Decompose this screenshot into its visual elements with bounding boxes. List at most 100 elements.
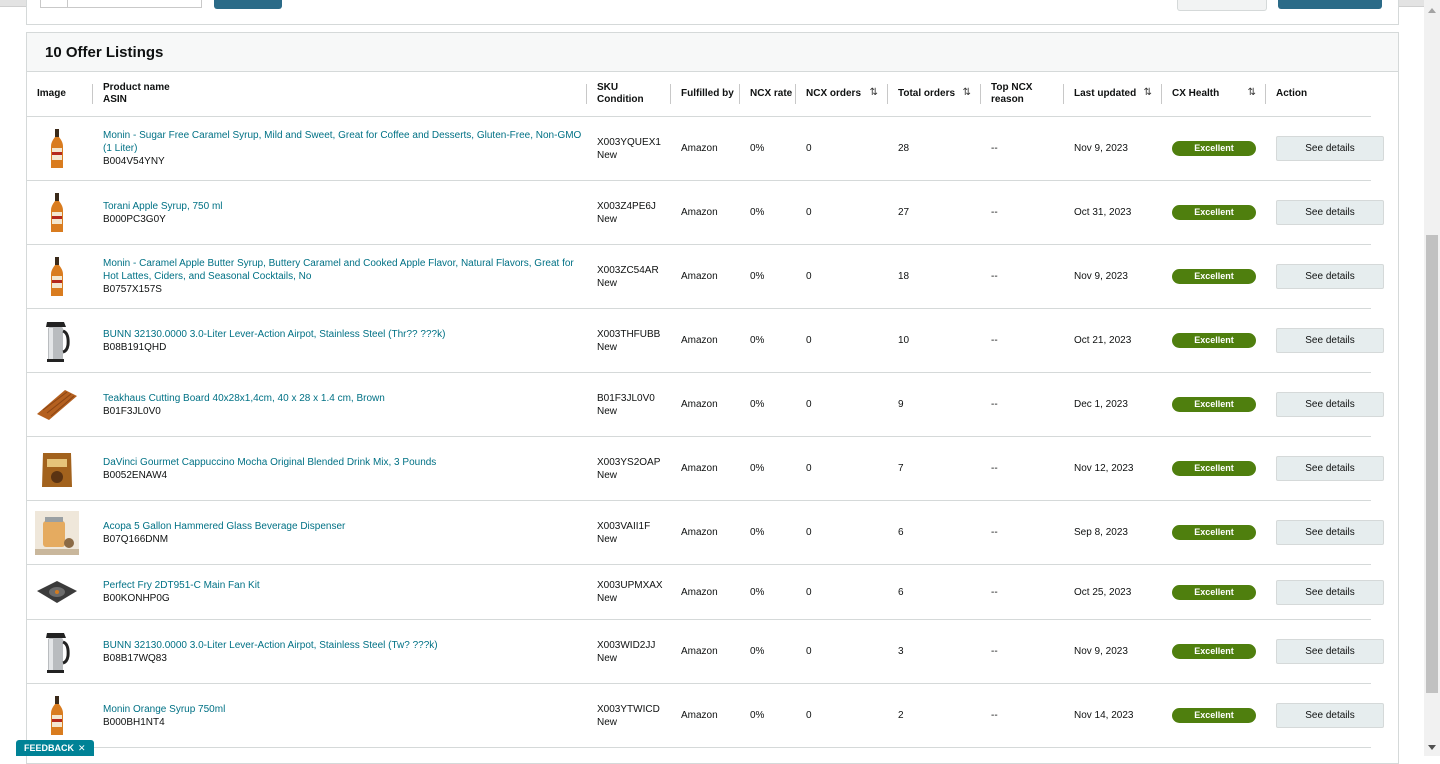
sort-icon[interactable]: ⇅ xyxy=(870,87,879,100)
product-name-link[interactable]: Acopa 5 Gallon Hammered Glass Beverage D… xyxy=(103,520,587,533)
product-name-link[interactable]: Perfect Fry 2DT951-C Main Fan Kit xyxy=(103,579,587,592)
action-cell: See details xyxy=(1266,683,1384,748)
fulfilled-by-cell: Amazon xyxy=(671,308,740,373)
scroll-up-icon[interactable] xyxy=(1428,8,1436,13)
feedback-button[interactable]: FEEDBACK ✕ xyxy=(16,740,94,756)
action-cell: See details xyxy=(1266,564,1384,620)
product-image-cell xyxy=(27,500,93,565)
cx-health-cell: Excellent xyxy=(1162,619,1266,684)
vertical-scrollbar[interactable] xyxy=(1424,0,1440,756)
airpot-icon[interactable] xyxy=(35,630,79,674)
product-image-cell xyxy=(27,436,93,501)
secondary-action-button[interactable] xyxy=(1177,0,1267,11)
see-details-button[interactable]: See details xyxy=(1276,264,1384,289)
top-ncx-reason-cell: -- xyxy=(981,244,1064,309)
see-details-button[interactable]: See details xyxy=(1276,392,1384,417)
product-name-link[interactable]: BUNN 32130.0000 3.0-Liter Lever-Action A… xyxy=(103,328,587,341)
product-cell: Monin Orange Syrup 750ml B000BH1NT4 xyxy=(93,683,587,748)
total-orders-cell: 18 xyxy=(888,244,981,309)
drink-mix-bag-icon[interactable] xyxy=(35,447,79,491)
col-ncx-orders[interactable]: NCX orders ⇅ xyxy=(796,72,888,117)
sku-cell: X003UPMXAX New xyxy=(587,564,671,620)
last-updated-cell: Sep 8, 2023 xyxy=(1064,500,1162,565)
asin-text: B000BH1NT4 xyxy=(103,716,165,728)
table-row: Torani Apple Syrup, 750 ml B000PC3G0Y X0… xyxy=(27,180,1440,245)
sort-icon[interactable]: ⇅ xyxy=(1248,87,1257,100)
ncx-rate-cell: 0% xyxy=(740,180,796,245)
ncx-orders-cell: 0 xyxy=(796,619,888,684)
top-ncx-reason-cell: -- xyxy=(981,180,1064,245)
syrup-bottle-icon[interactable] xyxy=(35,191,79,235)
product-cell: Perfect Fry 2DT951-C Main Fan Kit B00KON… xyxy=(93,564,587,620)
close-icon[interactable]: ✕ xyxy=(78,740,86,756)
syrup-bottle-icon[interactable] xyxy=(35,127,79,171)
total-orders-cell: 7 xyxy=(888,436,981,501)
sort-icon[interactable]: ⇅ xyxy=(1144,87,1153,100)
sku-text: X003ZC54AR xyxy=(597,264,659,276)
col-last-updated[interactable]: Last updated ⇅ xyxy=(1064,72,1162,117)
ncx-rate-cell: 0% xyxy=(740,564,796,620)
see-details-button[interactable]: See details xyxy=(1276,456,1384,481)
fulfilled-by-cell: Amazon xyxy=(671,116,740,181)
sku-cell: X003VAII1F New xyxy=(587,500,671,565)
total-orders-cell: 6 xyxy=(888,564,981,620)
scrollbar-thumb[interactable] xyxy=(1426,235,1438,693)
col-total-orders[interactable]: Total orders ⇅ xyxy=(888,72,981,117)
feedback-label: FEEDBACK xyxy=(24,743,75,753)
syrup-bottle-icon[interactable] xyxy=(35,255,79,299)
fulfilled-by-cell: Amazon xyxy=(671,500,740,565)
product-name-link[interactable]: Teakhaus Cutting Board 40x28x1,4cm, 40 x… xyxy=(103,392,587,405)
product-name-link[interactable]: Torani Apple Syrup, 750 ml xyxy=(103,200,587,213)
total-orders-cell: 3 xyxy=(888,619,981,684)
last-updated-cell: Dec 1, 2023 xyxy=(1064,372,1162,437)
asin-text: B0757X157S xyxy=(103,284,162,295)
top-ncx-reason-cell: -- xyxy=(981,372,1064,437)
sku-text: X003YS2OAP xyxy=(597,456,661,468)
see-details-button[interactable]: See details xyxy=(1276,136,1384,161)
primary-action-button[interactable] xyxy=(1278,0,1382,9)
cx-health-cell: Excellent xyxy=(1162,564,1266,620)
last-updated-cell: Nov 14, 2023 xyxy=(1064,683,1162,748)
scroll-down-icon[interactable] xyxy=(1428,745,1436,750)
ncx-rate-cell: 0% xyxy=(740,116,796,181)
ncx-orders-cell: 0 xyxy=(796,564,888,620)
airpot-icon[interactable] xyxy=(35,319,79,363)
see-details-button[interactable]: See details xyxy=(1276,703,1384,728)
table-row: DaVinci Gourmet Cappuccino Mocha Origina… xyxy=(27,436,1440,501)
sku-cell: X003YQUEX1 New xyxy=(587,116,671,181)
syrup-bottle-icon[interactable] xyxy=(35,694,79,738)
cutting-board-icon[interactable] xyxy=(35,383,79,427)
last-updated-cell: Oct 25, 2023 xyxy=(1064,564,1162,620)
beverage-dispenser-icon[interactable] xyxy=(35,510,79,555)
last-updated-cell: Nov 12, 2023 xyxy=(1064,436,1162,501)
product-name-link[interactable]: Monin - Caramel Apple Butter Syrup, Butt… xyxy=(103,257,587,283)
col-ncx-rate: NCX rate xyxy=(740,72,796,117)
search-button[interactable] xyxy=(214,0,282,9)
col-cx-health[interactable]: CX Health ⇅ xyxy=(1162,72,1266,117)
see-details-button[interactable]: See details xyxy=(1276,200,1384,225)
col-action: Action xyxy=(1266,72,1371,117)
product-name-link[interactable]: Monin Orange Syrup 750ml xyxy=(103,703,587,716)
search-input[interactable] xyxy=(40,0,202,8)
total-orders-cell: 27 xyxy=(888,180,981,245)
fan-kit-icon[interactable] xyxy=(35,570,79,614)
see-details-button[interactable]: See details xyxy=(1276,639,1384,664)
product-name-link[interactable]: BUNN 32130.0000 3.0-Liter Lever-Action A… xyxy=(103,639,587,652)
top-ncx-reason-cell: -- xyxy=(981,308,1064,373)
last-updated-cell: Oct 31, 2023 xyxy=(1064,180,1162,245)
product-image-cell xyxy=(27,244,93,309)
total-orders-cell: 10 xyxy=(888,308,981,373)
ncx-rate-cell: 0% xyxy=(740,244,796,309)
product-name-link[interactable]: Monin - Sugar Free Caramel Syrup, Mild a… xyxy=(103,129,587,155)
product-name-link[interactable]: DaVinci Gourmet Cappuccino Mocha Origina… xyxy=(103,456,587,469)
asin-text: B07Q166DNM xyxy=(103,533,169,545)
table-row: Perfect Fry 2DT951-C Main Fan Kit B00KON… xyxy=(27,564,1440,620)
sort-icon[interactable]: ⇅ xyxy=(963,87,972,100)
status-badge: Excellent xyxy=(1172,525,1256,540)
ncx-rate-cell: 0% xyxy=(740,436,796,501)
see-details-button[interactable]: See details xyxy=(1276,520,1384,545)
see-details-button[interactable]: See details xyxy=(1276,579,1384,605)
see-details-button[interactable]: See details xyxy=(1276,328,1384,353)
action-cell: See details xyxy=(1266,308,1384,373)
fulfilled-by-cell: Amazon xyxy=(671,436,740,501)
